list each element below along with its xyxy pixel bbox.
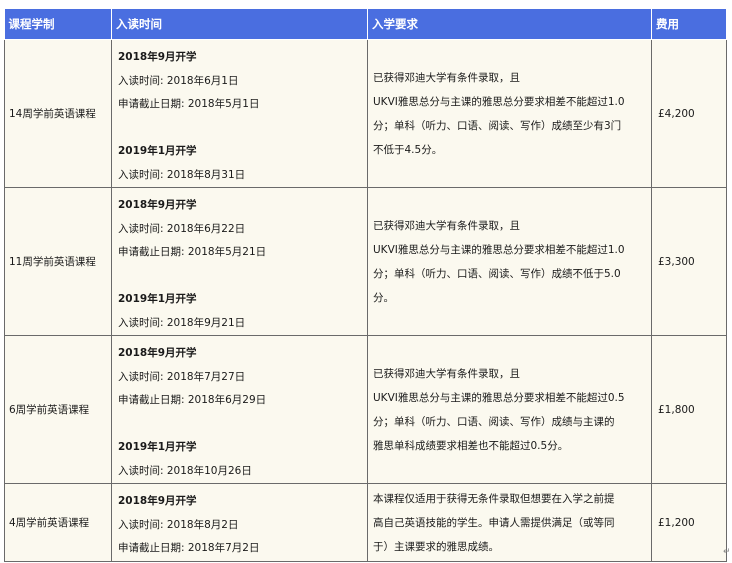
intake-cell: 2018年9月开学 入读时间: 2018年8月2日 申请截止日期: 2018年7… <box>111 483 368 562</box>
requirement-cell: 已获得邓迪大学有条件录取，且 UKVI雅思总分与主课的雅思总分要求相差不能超过1… <box>367 187 652 336</box>
requirement-line: 分；单科（听力、口语、阅读、写作）成绩至少有3门 <box>373 119 622 132</box>
intake-title: 2019年1月开学 <box>118 145 197 157</box>
intake-start: 入读时间: 2018年10月26日 <box>118 464 252 477</box>
intake-title: 2018年9月开学 <box>118 347 197 359</box>
requirement-cell: 已获得邓迪大学有条件录取，且 UKVI雅思总分与主课的雅思总分要求相差不能超过0… <box>367 335 652 484</box>
intake-title: 2019年1月开学 <box>118 293 197 305</box>
intake-title: 2018年9月开学 <box>118 51 197 63</box>
intake-start: 入读时间: 2018年6月22日 <box>118 222 246 235</box>
requirement-cell: 已获得邓迪大学有条件录取，且 UKVI雅思总分与主课的雅思总分要求相差不能超过1… <box>367 39 652 188</box>
course-name: 4周学前英语课程 <box>4 483 112 562</box>
requirement-line: UKVI雅思总分与主课的雅思总分要求相差不能超过1.0 <box>373 243 625 256</box>
requirement-line: 于）主课要求的雅思成绩。 <box>373 540 499 553</box>
table-row: 6周学前英语课程 2018年9月开学 入读时间: 2018年7月27日 申请截止… <box>4 335 727 484</box>
intake-cell: 2018年9月开学 入读时间: 2018年7月27日 申请截止日期: 2018年… <box>111 335 368 484</box>
requirement-line: 高自己英语技能的学生。申请人需提供满足（或等同 <box>373 516 615 529</box>
header-requirements: 入学要求 <box>367 8 652 40</box>
intake-title: 2018年9月开学 <box>118 199 197 211</box>
requirement-line: 不低于4.5分。 <box>373 143 443 156</box>
requirement-line: 已获得邓迪大学有条件录取，且 <box>373 367 520 380</box>
fee-value: £1,200 <box>651 483 727 562</box>
header-intake-time: 入读时间 <box>111 8 368 40</box>
intake-start: 入读时间: 2018年8月2日 <box>118 518 239 531</box>
intake-deadline: 申请截止日期: 2018年7月2日 <box>118 542 260 554</box>
header-course: 课程学制 <box>4 8 112 40</box>
paragraph-mark: ↵ <box>723 547 731 557</box>
requirement-line: 本课程仅适用于获得无条件录取但想要在入学之前提 <box>373 492 615 505</box>
requirement-line: UKVI雅思总分与主课的雅思总分要求相差不能超过0.5 <box>373 391 625 404</box>
requirement-cell: 本课程仅适用于获得无条件录取但想要在入学之前提 高自己英语技能的学生。申请人需提… <box>367 483 652 562</box>
requirement-line: 分。 <box>373 291 394 304</box>
table-row: 11周学前英语课程 2018年9月开学 入读时间: 2018年6月22日 申请截… <box>4 187 727 336</box>
course-name: 6周学前英语课程 <box>4 335 112 484</box>
requirement-line: 分；单科（听力、口语、阅读、写作）成绩不低于5.0 <box>373 267 621 280</box>
requirement-line: 已获得邓迪大学有条件录取，且 <box>373 71 520 84</box>
header-fee: 费用 <box>651 8 727 40</box>
fee-value: £1,800 <box>651 335 727 484</box>
table-row: 14周学前英语课程 2018年9月开学 入读时间: 2018年6月1日 申请截止… <box>4 39 727 188</box>
requirement-line: 已获得邓迪大学有条件录取，且 <box>373 219 520 232</box>
course-table: 课程学制 入读时间 入学要求 费用 14周学前英语课程 2018年9月开学 入读… <box>4 8 727 562</box>
intake-cell: 2018年9月开学 入读时间: 2018年6月22日 申请截止日期: 2018年… <box>111 187 368 336</box>
requirement-line: UKVI雅思总分与主课的雅思总分要求相差不能超过1.0 <box>373 95 625 108</box>
table-row: 4周学前英语课程 2018年9月开学 入读时间: 2018年8月2日 申请截止日… <box>4 483 727 562</box>
intake-cell: 2018年9月开学 入读时间: 2018年6月1日 申请截止日期: 2018年5… <box>111 39 368 188</box>
intake-deadline: 申请截止日期: 2018年5月1日 <box>118 98 260 110</box>
intake-title: 2019年1月开学 <box>118 441 197 453</box>
course-name: 14周学前英语课程 <box>4 39 112 188</box>
intake-title: 2018年9月开学 <box>118 495 197 507</box>
course-name: 11周学前英语课程 <box>4 187 112 336</box>
fee-value: £4,200 <box>651 39 727 188</box>
intake-deadline: 申请截止日期: 2018年5月21日 <box>118 246 267 258</box>
intake-start: 入读时间: 2018年7月27日 <box>118 370 246 383</box>
table-header-row: 课程学制 入读时间 入学要求 费用 <box>4 8 727 40</box>
intake-deadline: 申请截止日期: 2018年6月29日 <box>118 394 267 406</box>
requirement-line: 雅思单科成绩要求相差也不能超过0.5分。 <box>373 439 569 452</box>
fee-value: £3,300 <box>651 187 727 336</box>
intake-start: 入读时间: 2018年9月21日 <box>118 316 246 329</box>
intake-start: 入读时间: 2018年8月31日 <box>118 168 246 181</box>
requirement-line: 分；单科（听力、口语、阅读、写作）成绩与主课的 <box>373 415 615 428</box>
intake-start: 入读时间: 2018年6月1日 <box>118 74 239 87</box>
